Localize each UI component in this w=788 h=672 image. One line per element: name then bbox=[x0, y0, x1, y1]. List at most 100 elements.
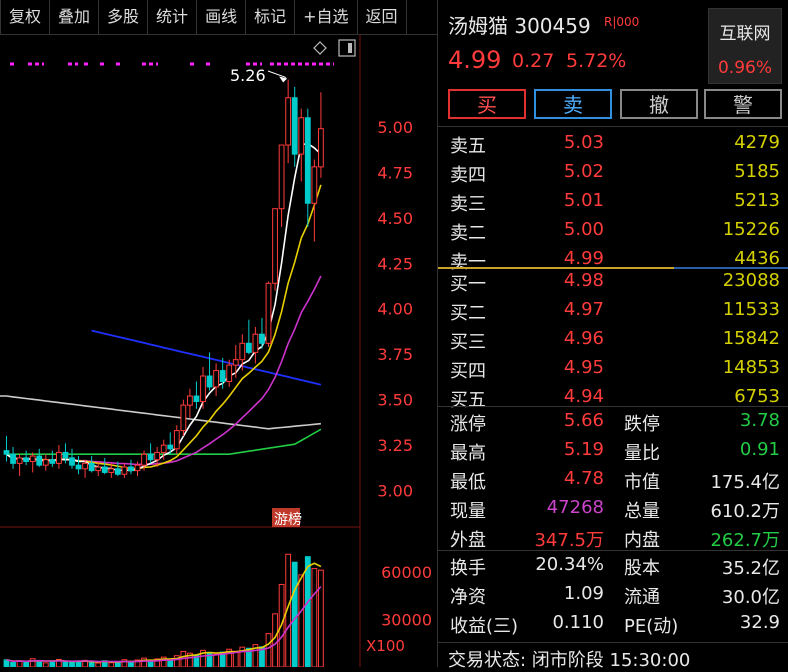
current-volume-value: 47268 bbox=[546, 497, 604, 518]
volume-bar bbox=[49, 660, 56, 667]
volume-bar bbox=[265, 633, 272, 667]
toolbar-overlay-button[interactable]: 叠加 bbox=[50, 0, 100, 34]
share-capital-label: 股本 bbox=[624, 558, 660, 579]
candle-body bbox=[36, 455, 43, 466]
price-change-pct: 5.72% bbox=[566, 50, 627, 72]
divider bbox=[438, 126, 788, 127]
candle-body bbox=[193, 395, 200, 402]
market-cap-label: 市值 bbox=[624, 472, 660, 493]
stat-row: 现量 47268 总量 610.2万 bbox=[438, 495, 788, 523]
inner-volume-value: 262.7万 bbox=[710, 530, 780, 551]
candle-body bbox=[121, 466, 128, 475]
candle-body bbox=[232, 359, 239, 366]
quote-panel: 汤姆猫 300459 R|000 互联网 0.96% 4.99 0.27 5.7… bbox=[438, 0, 788, 671]
outer-volume-value: 347.5万 bbox=[534, 530, 604, 551]
candle-body bbox=[311, 166, 318, 204]
kline-chart[interactable]: 5.00 4.75 4.50 4.25 4.00 3.75 3.50 3.25 3.00 6000… bbox=[0, 35, 438, 667]
high-label: 最高 bbox=[450, 443, 486, 464]
buy-button[interactable]: 买 bbox=[448, 89, 526, 119]
volume-bar bbox=[272, 613, 278, 667]
divider bbox=[438, 406, 788, 407]
candle-body bbox=[56, 451, 62, 464]
toolbar-marker-button[interactable]: 标记 bbox=[246, 0, 296, 34]
low-label: 最低 bbox=[450, 472, 486, 493]
candle-body bbox=[160, 444, 167, 453]
candle-body bbox=[114, 468, 121, 475]
turnover-value: 20.34% bbox=[535, 554, 604, 575]
ask-volume: 4436 bbox=[734, 248, 780, 269]
candle-body bbox=[3, 450, 10, 455]
stat-row: 最高 5.19 量比 0.91 bbox=[438, 437, 788, 465]
stock-code: 300459 bbox=[514, 14, 591, 38]
candle-body bbox=[219, 370, 226, 382]
candle-body bbox=[252, 333, 259, 353]
limit-down-value: 3.78 bbox=[739, 410, 780, 431]
total-volume-value: 610.2万 bbox=[710, 501, 780, 522]
toolbar-multi-stock-button[interactable]: 多股 bbox=[99, 0, 149, 34]
toolbar-draw-line-button[interactable]: 画线 bbox=[197, 0, 247, 34]
candle-body bbox=[304, 117, 311, 204]
candle-body bbox=[95, 466, 102, 472]
candle-body bbox=[226, 364, 233, 382]
volume-bar bbox=[42, 662, 49, 667]
bid-label: 买二 bbox=[450, 303, 486, 324]
ma120-line bbox=[91, 329, 322, 386]
bid-price: 4.95 bbox=[563, 357, 604, 378]
volume-bar bbox=[304, 556, 311, 667]
candle-body bbox=[291, 97, 298, 155]
inner-volume-label: 内盘 bbox=[624, 530, 660, 551]
candle-body bbox=[88, 462, 95, 472]
ask-price: 5.01 bbox=[563, 190, 604, 211]
ask-row[interactable]: 卖二 5.00 15226 bbox=[438, 217, 788, 245]
ask-row[interactable]: 卖五 5.03 4279 bbox=[438, 130, 788, 158]
volume-bar bbox=[318, 569, 324, 667]
ask-row[interactable]: 卖三 5.01 5213 bbox=[438, 188, 788, 216]
ma250-line bbox=[0, 395, 321, 430]
share-capital-value: 35.2亿 bbox=[721, 558, 780, 579]
bid-row[interactable]: 买一 4.98 23088 bbox=[438, 268, 788, 296]
window-toggle-icon[interactable] bbox=[338, 39, 356, 57]
ask-volume: 5213 bbox=[734, 190, 780, 211]
bid-row[interactable]: 买三 4.96 15842 bbox=[438, 326, 788, 354]
sell-button[interactable]: 卖 bbox=[534, 89, 612, 119]
candle-body bbox=[173, 430, 180, 450]
volume-ratio-label: 量比 bbox=[624, 443, 660, 464]
market-cap-value: 175.4亿 bbox=[710, 472, 780, 493]
bid-price: 4.96 bbox=[563, 328, 604, 349]
volume-bar bbox=[62, 661, 69, 667]
cancel-order-button[interactable]: 撤 bbox=[620, 89, 698, 119]
bid-row[interactable]: 买四 4.95 14853 bbox=[438, 355, 788, 383]
candle-body bbox=[187, 395, 193, 406]
ask-price: 5.02 bbox=[563, 161, 604, 182]
pe-ratio-value: 32.9 bbox=[739, 612, 780, 633]
ask-row[interactable]: 卖四 5.02 5185 bbox=[438, 159, 788, 187]
ma20-line bbox=[6, 275, 322, 466]
bid-volume: 11533 bbox=[722, 299, 780, 320]
price-axis-label: 4.50 bbox=[377, 209, 413, 228]
candle-body bbox=[16, 457, 23, 464]
toolbar-statistics-button[interactable]: 统计 bbox=[148, 0, 198, 34]
toolbar-restore-rights-button[interactable]: 复权 bbox=[0, 0, 51, 34]
toolbar-back-button[interactable]: 返回 bbox=[358, 0, 407, 34]
stat-row: 涨停 5.66 跌停 3.78 bbox=[438, 408, 788, 436]
price-axis-label: 5.00 bbox=[377, 118, 413, 137]
ask-volume: 5185 bbox=[734, 161, 780, 182]
bid-row[interactable]: 买二 4.97 11533 bbox=[438, 297, 788, 325]
candle-body bbox=[265, 282, 272, 344]
price-axis-label: 4.75 bbox=[377, 163, 413, 182]
ask-volume: 15226 bbox=[722, 219, 780, 240]
toolbar-add-watchlist-button[interactable]: +自选 bbox=[295, 0, 358, 34]
low-value: 4.78 bbox=[563, 468, 604, 489]
candle-body bbox=[141, 453, 147, 466]
volume-bar bbox=[23, 661, 30, 667]
bid-volume: 6753 bbox=[734, 386, 780, 407]
candle-body bbox=[128, 466, 134, 472]
sector-name: 互联网 bbox=[719, 24, 771, 44]
price-axis-label: 3.50 bbox=[377, 391, 413, 410]
candle-body bbox=[285, 97, 292, 146]
sector-box[interactable]: 互联网 0.96% bbox=[708, 8, 782, 84]
alert-button[interactable]: 警 bbox=[704, 89, 782, 119]
stat-row: 最低 4.78 市值 175.4亿 bbox=[438, 466, 788, 494]
divider bbox=[438, 642, 788, 643]
candle-body bbox=[147, 453, 154, 461]
